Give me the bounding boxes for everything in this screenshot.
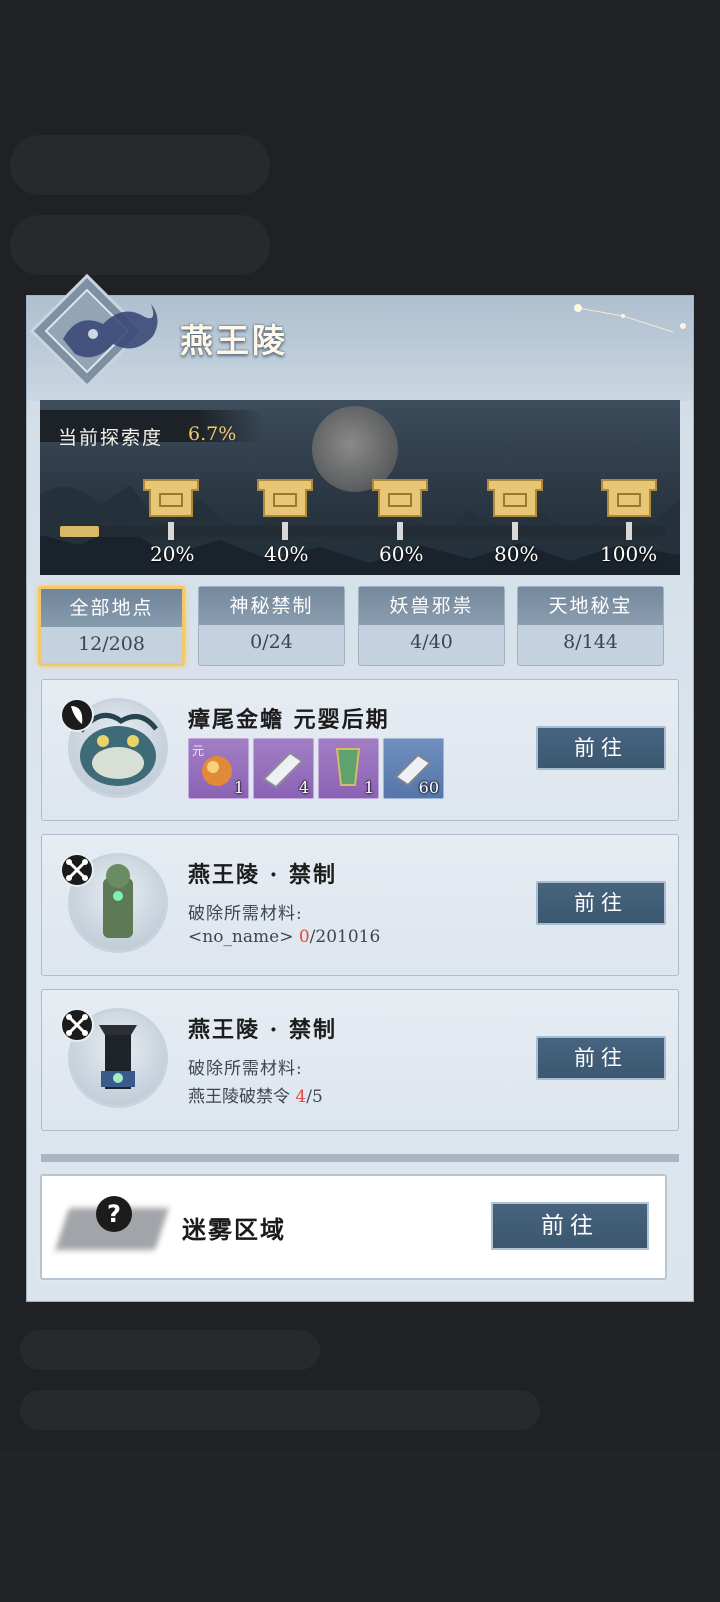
tab-treasures[interactable]: 天地秘宝 8/144	[517, 586, 664, 666]
crossed-swords-icon	[66, 1014, 88, 1036]
go-button[interactable]: 前往	[536, 1036, 666, 1080]
chest-icon	[372, 479, 428, 517]
item-tag: 元	[192, 744, 205, 758]
card-title: 瘴尾金蟾 元婴后期	[188, 707, 390, 733]
panel-header: 燕王陵	[27, 273, 693, 401]
material-need: /5	[306, 1087, 323, 1107]
tab-label: 天地秘宝	[518, 587, 663, 625]
material-have: 0	[298, 927, 310, 947]
reward-item[interactable]: 60	[383, 738, 444, 799]
fog-go-button[interactable]: 前往	[491, 1202, 649, 1250]
milestone-label: 100%	[600, 542, 658, 566]
milestone-marker	[512, 522, 518, 540]
reward-item[interactable]: 1	[318, 738, 379, 799]
seal-type-badge	[60, 853, 94, 887]
material-heading: 破除所需材料:	[188, 1059, 303, 1079]
go-button[interactable]: 前往	[536, 881, 666, 925]
milestone-label: 80%	[494, 542, 539, 566]
milestone-marker	[282, 522, 288, 540]
milestone-label: 20%	[150, 542, 195, 566]
material-heading: 破除所需材料:	[188, 904, 303, 924]
exploration-progress-banner: 当前探索度 6.7% 20% 40% 60% 80% 100%	[40, 400, 680, 575]
chest-icon	[143, 479, 199, 517]
question-mark-icon: ?	[96, 1196, 132, 1232]
tab-label: 妖兽邪祟	[359, 587, 504, 625]
background-row	[20, 1390, 540, 1430]
go-button[interactable]: 前往	[536, 726, 666, 770]
chest-icon	[487, 479, 543, 517]
material-name: 燕王陵破禁令	[188, 1087, 296, 1107]
background-row	[10, 135, 270, 195]
location-card-monster: 瘴尾金蟾 元婴后期 元 1 4 1 60 前往	[41, 679, 679, 821]
milestone-label: 40%	[264, 542, 309, 566]
background-row	[20, 1330, 320, 1370]
material-name: <no_name>	[188, 927, 299, 947]
tab-count: 12/208	[78, 633, 145, 655]
card-title: 燕王陵 · 禁制	[188, 862, 337, 888]
constellation-decoration	[574, 304, 686, 333]
region-emblem-icon	[29, 273, 158, 389]
chest-icon	[601, 479, 657, 517]
crossed-swords-icon	[66, 859, 88, 881]
item-count: 60	[418, 778, 439, 797]
item-count: 1	[233, 778, 244, 797]
item-count: 4	[298, 778, 309, 797]
fog-area-card: ? 迷雾区域 前往	[40, 1174, 667, 1280]
tab-count: 4/40	[410, 631, 453, 653]
mountain-illustration	[40, 485, 680, 575]
list-scroll-divider	[41, 1154, 679, 1162]
milestone-marker	[397, 522, 403, 540]
tab-count: 8/144	[563, 631, 618, 653]
background-bottom-bar	[0, 1450, 720, 1602]
explore-tag: 当前探索度 6.7%	[40, 410, 265, 449]
tab-mystic-seals[interactable]: 神秘禁制 0/24	[198, 586, 345, 666]
progress-fill	[60, 526, 99, 537]
monster-type-badge	[60, 698, 94, 732]
exploration-panel: 燕王陵 当前探索度 6.7% 20% 40% 60% 80% 100% 全部地点…	[27, 273, 693, 1301]
explore-value: 6.7%	[188, 423, 237, 445]
milestone-label: 60%	[379, 542, 424, 566]
tab-count: 0/24	[250, 631, 293, 653]
explore-label: 当前探索度	[58, 427, 164, 449]
progress-track	[60, 526, 665, 537]
tab-demon-beasts[interactable]: 妖兽邪祟 4/40	[358, 586, 505, 666]
claw-icon	[71, 706, 83, 724]
reward-item[interactable]: 4	[253, 738, 314, 799]
location-card-seal: 燕王陵 · 禁制 破除所需材料: 燕王陵破禁令 4/5 前往	[41, 989, 679, 1131]
tab-label: 全部地点	[41, 589, 182, 627]
material-requirement: 燕王陵破禁令 4/5	[188, 1082, 323, 1107]
item-count: 1	[363, 778, 374, 797]
card-title: 燕王陵 · 禁制	[188, 1017, 337, 1043]
tab-label: 神秘禁制	[199, 587, 344, 625]
material-have: 4	[295, 1087, 307, 1107]
milestone-marker	[626, 522, 632, 540]
material-need: /201016	[309, 927, 381, 947]
location-card-seal: 燕王陵 · 禁制 破除所需材料: <no_name> 0/201016 前往	[41, 834, 679, 976]
tab-all-locations[interactable]: 全部地点 12/208	[38, 586, 185, 666]
reward-item[interactable]: 元 1	[188, 738, 249, 799]
page-title: 燕王陵	[180, 321, 288, 360]
fog-area-title: 迷雾区域	[182, 1215, 286, 1244]
seal-type-badge	[60, 1008, 94, 1042]
material-requirement: <no_name> 0/201016	[188, 927, 380, 947]
milestone-marker	[168, 522, 174, 540]
chest-icon	[257, 479, 313, 517]
